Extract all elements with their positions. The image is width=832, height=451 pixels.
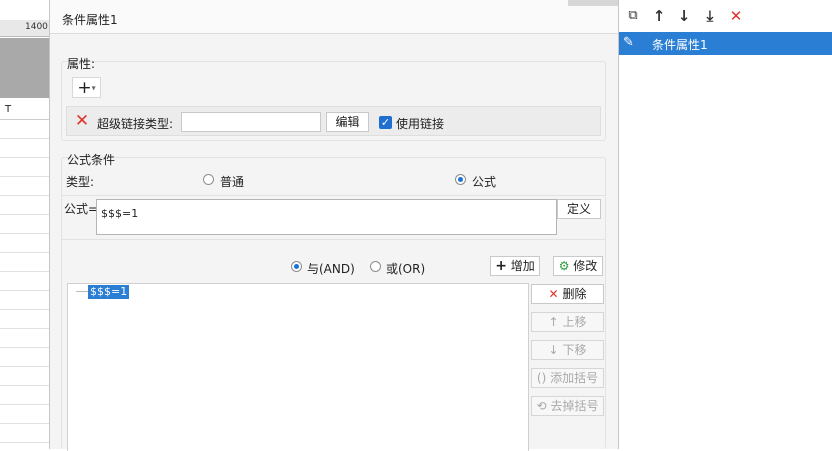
condition-item-label: 条件属性1 [652, 38, 708, 52]
grid-line [0, 309, 49, 310]
grid-line [0, 385, 49, 386]
grid-line [0, 290, 49, 291]
copy-icon[interactable]: ⧉ [623, 6, 643, 26]
move-down-label: 下移 [562, 343, 587, 357]
grid-line [0, 176, 49, 177]
grid-line [0, 442, 49, 443]
formula-value: $$$=1 [101, 207, 139, 220]
modify-condition-label: 修改 [573, 259, 598, 273]
spreadsheet-background: 1400 T [0, 0, 49, 449]
column-letter: T [5, 104, 12, 115]
delete-condition-label: 删除 [562, 287, 587, 301]
move-up-button[interactable]: ↑ 上移 [531, 312, 604, 332]
panel-toolbar: ⧉ ↑ ↓ ⤓ ✕ [619, 0, 832, 32]
modify-condition-button[interactable]: ⚙ 修改 [553, 256, 603, 276]
hyperlink-row: ✕ 超级链接类型: 编辑 ✓ 使用链接 [66, 106, 601, 136]
grid-line [0, 157, 49, 158]
add-bracket-button[interactable]: () 添加括号 [531, 368, 604, 388]
remove-hyperlink-icon[interactable]: ✕ [73, 112, 91, 130]
use-link-label: 使用链接 [396, 117, 445, 131]
or-label: 或(OR) [386, 262, 426, 276]
define-button[interactable]: 定义 [557, 199, 601, 219]
bracket-icon: () [536, 371, 547, 385]
dialog-title-bar: 条件属性1 [50, 0, 618, 34]
formula-condition-label: 公式条件 [67, 153, 116, 167]
grey-area [0, 38, 49, 98]
or-radio[interactable] [370, 261, 381, 272]
arrow-down-icon[interactable]: ↓ [674, 6, 694, 26]
hyperlink-type-input[interactable] [181, 112, 321, 132]
formula-condition-group: 公式条件 类型: 普通 公式 公式= $$$=1 定义 与(AND) 或(OR)… [61, 153, 606, 451]
grid-line [0, 195, 49, 196]
add-condition-button[interactable]: + 增加 [490, 256, 540, 276]
add-condition-label: 增加 [510, 259, 535, 273]
grid-line [0, 366, 49, 367]
hyperlink-type-label: 超级链接类型: [97, 117, 174, 131]
arrow-down-icon: ↓ [548, 343, 559, 357]
grid-line [0, 423, 49, 424]
arrow-up-icon[interactable]: ↑ [649, 6, 669, 26]
add-attribute-button[interactable]: +▾ [72, 77, 101, 98]
grid-line [0, 233, 49, 234]
divider [62, 195, 605, 196]
condition-list-item[interactable]: $$$=1 [88, 285, 130, 299]
delete-icon[interactable]: ✕ [726, 6, 746, 26]
delete-icon: ✕ [548, 287, 559, 301]
grid-line [0, 214, 49, 215]
divider [62, 239, 605, 240]
plus-dropdown-icon: +▾ [77, 77, 96, 98]
dialog-title: 条件属性1 [62, 13, 118, 27]
delete-condition-button[interactable]: ✕ 删除 [531, 284, 604, 304]
add-bracket-label: 添加括号 [550, 371, 599, 385]
move-down-button[interactable]: ↓ 下移 [531, 340, 604, 360]
remove-bracket-icon: ⟲ [536, 399, 547, 413]
grid-line [0, 138, 49, 139]
use-link-checkbox[interactable]: ✓ [379, 116, 392, 129]
and-radio[interactable] [291, 261, 302, 272]
condition-list-panel: ⧉ ↑ ↓ ⤓ ✕ ✎ 条件属性1 [619, 0, 832, 449]
move-up-label: 上移 [562, 315, 587, 329]
plus-icon: + [495, 258, 507, 274]
grid-line [0, 347, 49, 348]
condition-list[interactable]: $$$=1 [67, 283, 529, 451]
pencil-icon: ✎ [623, 35, 634, 50]
attributes-group: 属性: +▾ ✕ 超级链接类型: 编辑 ✓ 使用链接 [61, 57, 606, 141]
type-normal-radio[interactable] [203, 174, 214, 185]
formula-label: 公式= [64, 202, 99, 216]
remove-bracket-label: 去掉括号 [550, 399, 599, 413]
grid-line [0, 271, 49, 272]
modify-icon: ⚙ [558, 259, 570, 273]
condition-attribute-dialog: 条件属性1 属性: +▾ ✕ 超级链接类型: 编辑 ✓ 使用链接 公式条件 类型… [49, 0, 619, 451]
ruler-number: 1400 [25, 22, 48, 32]
attributes-label: 属性: [67, 57, 96, 71]
type-label: 类型: [66, 175, 95, 189]
edit-button[interactable]: 编辑 [326, 112, 369, 132]
type-normal-label: 普通 [220, 175, 245, 189]
move-to-bottom-icon[interactable]: ⤓ [700, 6, 720, 26]
condition-item[interactable]: ✎ 条件属性1 [619, 32, 832, 55]
column-ruler: 1400 [0, 20, 49, 37]
title-bar-corner [568, 0, 618, 6]
remove-bracket-button[interactable]: ⟲ 去掉括号 [531, 396, 604, 416]
type-formula-label: 公式 [472, 175, 497, 189]
tree-line [76, 291, 88, 292]
grid-line [0, 252, 49, 253]
arrow-up-icon: ↑ [548, 315, 559, 329]
type-formula-radio[interactable] [455, 174, 466, 185]
and-label: 与(AND) [307, 262, 355, 276]
grid-line [0, 404, 49, 405]
grid-line [0, 328, 49, 329]
formula-input[interactable]: $$$=1 [96, 199, 557, 235]
column-header[interactable]: T [0, 100, 49, 120]
